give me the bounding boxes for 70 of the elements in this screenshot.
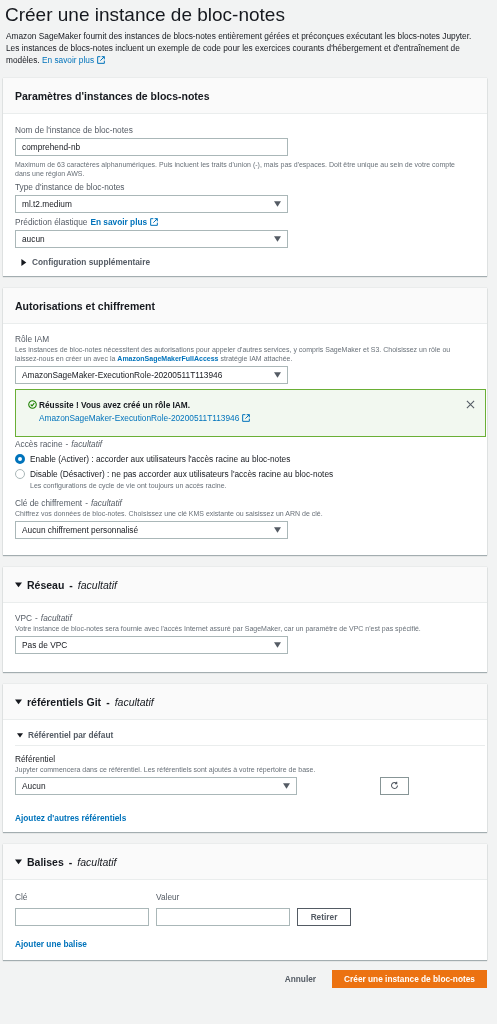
value-input[interactable] <box>156 908 290 926</box>
encryption-dropdown[interactable]: Aucun chiffrement personnalisé <box>15 521 288 539</box>
external-link-icon <box>150 218 159 226</box>
learn-more-link[interactable]: En savoir plus <box>90 217 159 227</box>
section-title: Paramètres d'instances de blocs-notes <box>15 89 210 102</box>
page-title: Créer une instance de bloc-notes <box>5 4 286 26</box>
section-title: Balises <box>27 855 64 868</box>
section-title: facultatif <box>77 578 117 591</box>
field-label: - <box>35 613 38 623</box>
remove-button[interactable]: Retirer <box>297 908 351 926</box>
intro-text: Amazon SageMaker fournit des instances de blocs-notes entièrement gérées et préconçues exécutant les blocs-notes Jupyter. Les instances de blocs-notes incluent un exemple de code pour les exercices courants d'hébergement et d'entraînement de modèles. En savoir plus <box>6 30 473 66</box>
expander-label[interactable]: Référentiel par défaut <box>28 730 114 740</box>
section-title: facultatif <box>114 695 154 708</box>
field-label: Valeur <box>156 892 181 902</box>
dropdown-arrow-icon <box>283 783 290 789</box>
dropdown-arrow-icon <box>274 527 281 533</box>
name-input[interactable]: comprehend-nb <box>15 138 288 156</box>
field-label: - <box>65 439 69 449</box>
field-label: VPC <box>15 613 33 623</box>
field-label: Nom de l'instance de bloc-notes <box>15 125 134 135</box>
add-tag-link[interactable]: Ajouter une balise <box>15 939 87 949</box>
field-label: facultatif <box>40 613 72 623</box>
dropdown-arrow-icon <box>274 372 281 378</box>
field-label: Clé de chiffrement <box>15 498 83 508</box>
field-label: facultatif <box>90 498 122 508</box>
caret-icon[interactable] <box>17 732 23 738</box>
field-label: Accès racine <box>15 439 63 449</box>
instance-type-dropdown[interactable]: ml.t2.medium <box>15 195 288 213</box>
dropdown-arrow-icon <box>274 201 281 207</box>
caret-icon[interactable] <box>15 858 22 865</box>
external-link-icon <box>97 56 106 64</box>
cancel-button[interactable]: Annuler <box>280 974 321 984</box>
caret-icon[interactable] <box>20 258 27 266</box>
dropdown-arrow-icon <box>274 642 281 648</box>
dropdown-arrow-icon <box>274 236 281 242</box>
field-label: Clé <box>15 892 29 902</box>
learn-more-link[interactable]: En savoir plus <box>42 55 106 65</box>
refresh-button[interactable] <box>380 777 409 795</box>
section-title: - <box>68 855 73 868</box>
role-link[interactable]: AmazonSageMaker-ExecutionRole-20200511T113946 <box>39 413 464 423</box>
caret-icon[interactable] <box>15 698 22 705</box>
refresh-icon <box>390 780 399 790</box>
vpc-dropdown[interactable]: Pas de VPC <box>15 636 288 654</box>
field-label: Référentiel <box>15 754 57 764</box>
section-title: Autorisations et chiffrement <box>15 299 156 312</box>
field-label: Type d'instance de bloc-notes <box>15 182 126 192</box>
section-title: référentiels Git <box>27 695 102 708</box>
section-title: - <box>69 578 73 591</box>
radio-button[interactable] <box>15 469 25 479</box>
iam-role-dropdown[interactable]: AmazonSageMaker-ExecutionRole-20200511T113946 <box>15 366 288 384</box>
add-repository-link[interactable]: Ajoutez d'autres référentiels <box>15 813 127 823</box>
repository-dropdown[interactable]: Aucun <box>15 777 297 795</box>
section-title: facultatif <box>77 855 117 868</box>
success-check-icon <box>28 400 37 409</box>
section-title: Réseau <box>27 578 65 591</box>
external-link-icon <box>242 414 251 422</box>
expander-label[interactable]: Configuration supplémentaire <box>32 257 150 267</box>
radio-option[interactable]: Disable (Désactiver) : ne pas accorder aux utilisateurs l'accès racine au bloc-notes <box>15 469 475 479</box>
section-title: - <box>106 695 110 708</box>
close-icon[interactable] <box>466 400 475 409</box>
caret-icon[interactable] <box>15 581 22 588</box>
field-label: - <box>85 498 88 508</box>
radio-button[interactable] <box>15 454 25 464</box>
field-label: Rôle IAM <box>15 334 51 344</box>
alert-title: Réussite ! Vous avez créé un rôle IAM. <box>39 400 192 410</box>
radio-option[interactable]: Enable (Activer) : accorder aux utilisateurs l'accès racine au bloc-notes <box>15 454 475 464</box>
field-label: facultatif <box>71 439 103 449</box>
elastic-inference-dropdown[interactable]: aucun <box>15 230 288 248</box>
field-label: Prédiction élastique <box>15 217 88 227</box>
key-input[interactable] <box>15 908 149 926</box>
